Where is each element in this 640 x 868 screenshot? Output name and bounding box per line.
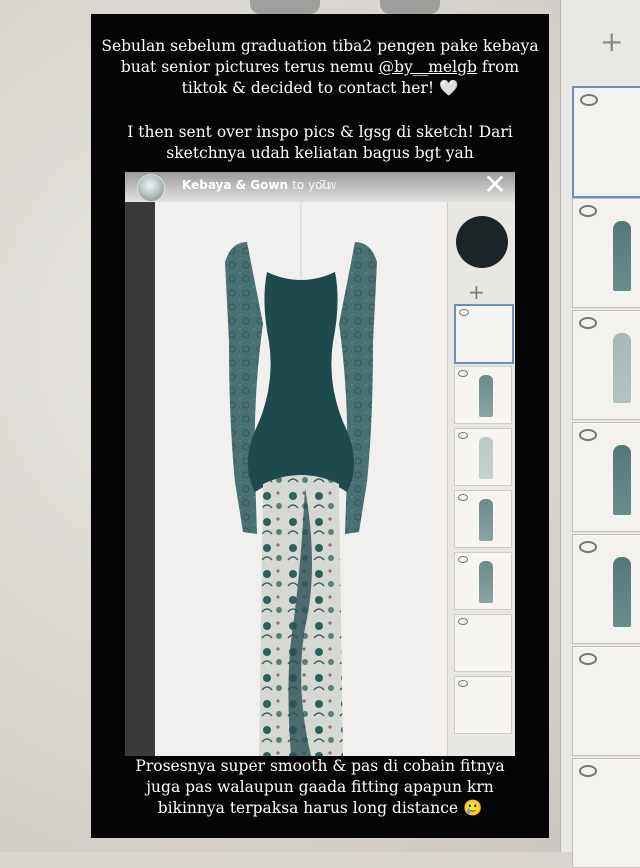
caption-line: I then sent over inspo pics & lgsg di sk… [127, 123, 513, 141]
close-icon[interactable]: ✕ [481, 172, 509, 200]
caption-line: bikinnya terpaksa harus long distance 🥲 [157, 799, 483, 817]
color-picker-icon[interactable] [456, 216, 508, 268]
story-card[interactable]: Sebulan sebelum graduation tiba2 pengen … [91, 14, 549, 838]
layer-thumb[interactable] [454, 428, 512, 486]
tablet-bezel [125, 202, 155, 756]
caption-segment: from [481, 58, 520, 76]
eye-icon [458, 494, 468, 501]
caption-line: Prosesnya super smooth & pas di cobain f… [135, 757, 505, 775]
caption-bottom: Prosesnya super smooth & pas di cobain f… [91, 756, 549, 819]
eye-icon [579, 429, 597, 441]
background-layer-thumb [572, 310, 640, 420]
eye-icon [579, 653, 597, 665]
caption-line: buat senior pictures terus nemu @by__mel… [91, 57, 549, 78]
bodice [247, 272, 355, 492]
time-ago: 7w [319, 178, 337, 192]
layer-thumb[interactable] [454, 490, 512, 548]
account-line: Kebaya & Gown to you [182, 178, 330, 192]
background-layer-thumb [572, 534, 640, 644]
caption-segment: buat senior pictures terus nemu [120, 58, 374, 76]
reposted-story[interactable]: + Kebaya & Gown to you 7w ✕ [125, 172, 515, 756]
eye-icon [579, 317, 597, 329]
eye-icon [458, 432, 468, 439]
eye-icon [459, 309, 469, 316]
layer-thumb[interactable] [454, 676, 512, 734]
eye-icon [458, 680, 468, 687]
eye-icon [579, 765, 597, 777]
eye-icon [458, 370, 468, 377]
caption-line: tiktok & decided to contact her! 🤍 [181, 79, 459, 97]
eye-icon [579, 205, 597, 217]
caption-line: sketchnya udah keliatan bagus bgt yah [166, 144, 474, 162]
background-layer-thumb [572, 198, 640, 308]
layer-thumb[interactable] [454, 304, 514, 364]
caption-middle: I then sent over inspo pics & lgsg di sk… [91, 122, 549, 164]
layer-thumb[interactable] [454, 614, 512, 672]
add-layer-icon[interactable]: + [468, 280, 485, 304]
layer-thumb[interactable] [454, 366, 512, 424]
layers-panel: + [447, 202, 515, 756]
caption-top: Sebulan sebelum graduation tiba2 pengen … [91, 36, 549, 99]
caption-line: juga pas walaupun gaada fitting apapun k… [146, 778, 494, 796]
background-plus-icon: + [600, 25, 624, 58]
eye-icon [458, 618, 468, 625]
eye-icon [579, 541, 597, 553]
eye-icon [458, 556, 468, 563]
account-name[interactable]: Kebaya & Gown [182, 178, 288, 192]
eye-icon [580, 94, 598, 106]
caption-line: Sebulan sebelum graduation tiba2 pengen … [101, 37, 539, 55]
background-layer-thumb [572, 86, 640, 198]
background-edge [380, 0, 440, 14]
avatar[interactable] [137, 174, 165, 202]
mention-link[interactable]: @by__melgb [379, 58, 477, 76]
background-layer-thumb [572, 646, 640, 756]
background-layer-thumb [572, 422, 640, 532]
background-edge [250, 0, 320, 14]
kebaya-sketch [225, 202, 377, 756]
layer-thumb[interactable] [454, 552, 512, 610]
reposted-story-header: Kebaya & Gown to you 7w ✕ [125, 172, 515, 202]
